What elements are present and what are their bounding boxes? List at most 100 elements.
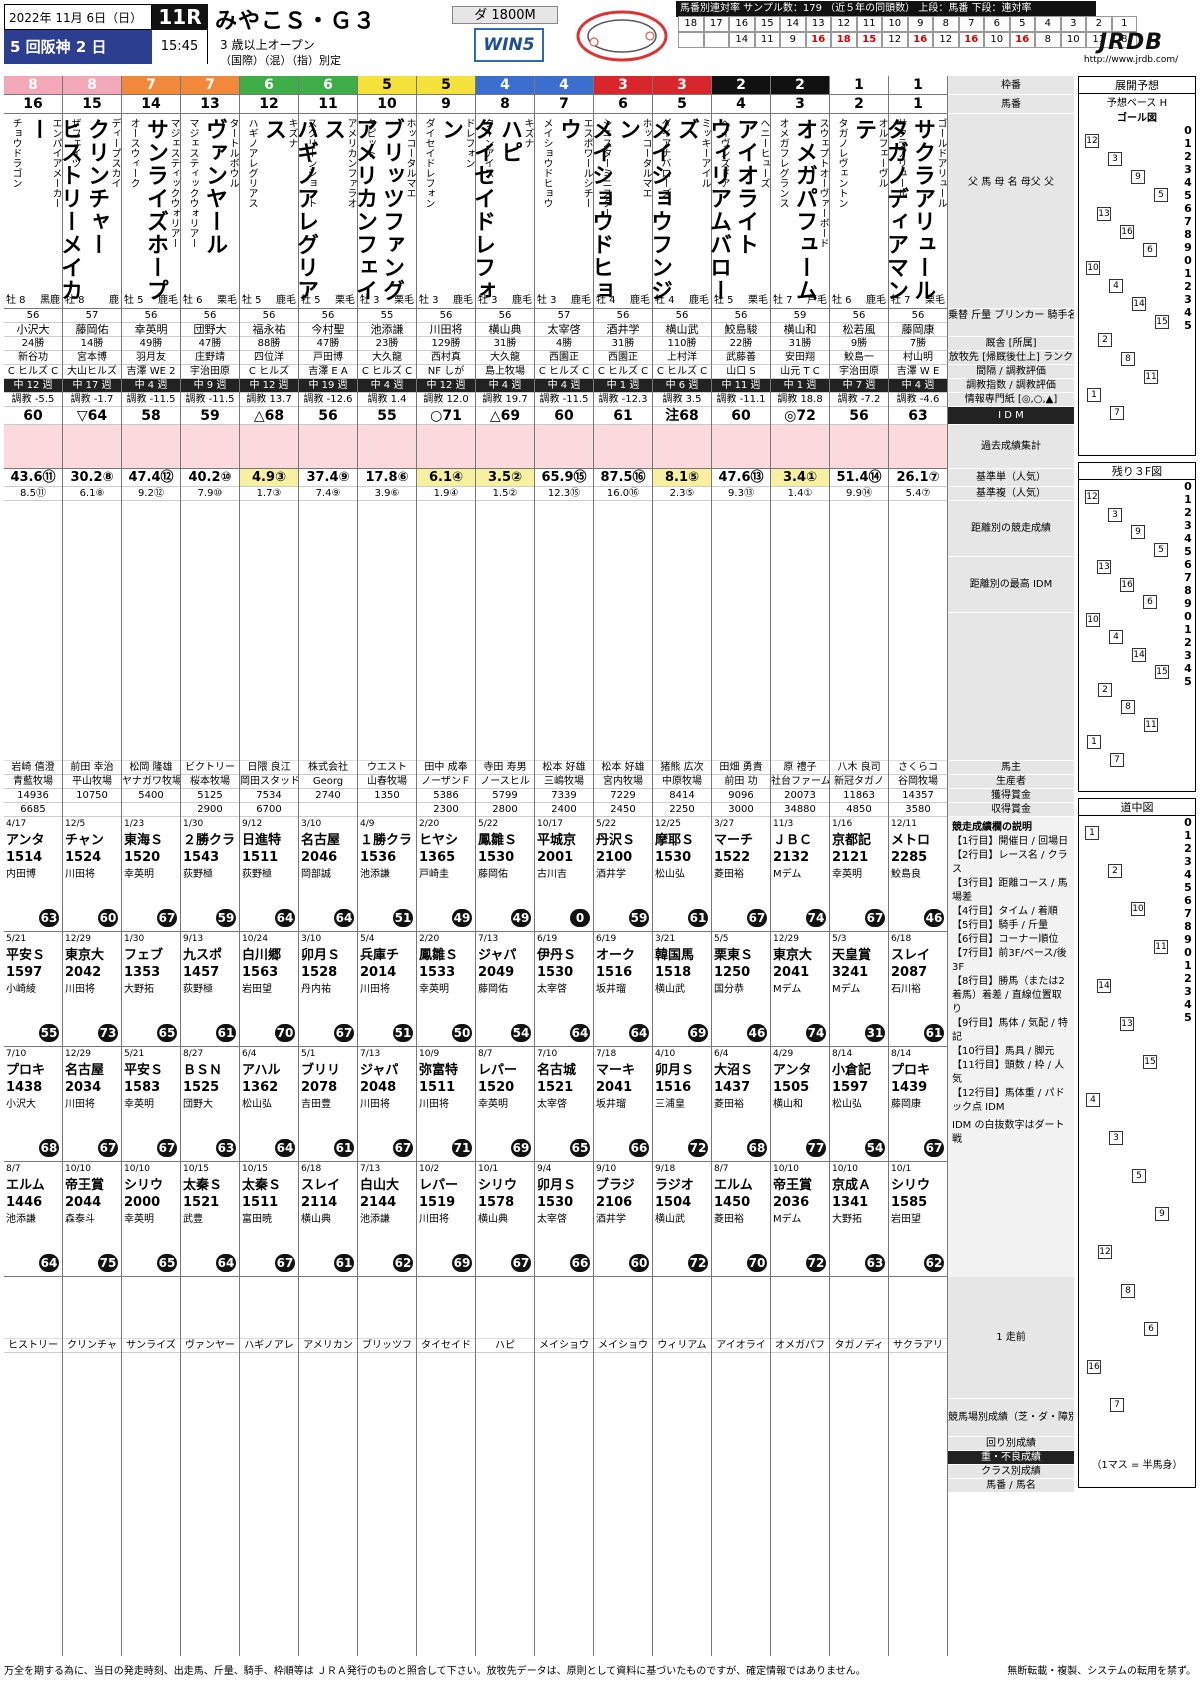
waku-badge: 8 [63,76,121,95]
base-odds-value: 26.1 [896,470,929,485]
idm-value: 60 [535,407,593,425]
stat-rate: 10 [984,32,1010,48]
past-race-1: 9/10 ブラジ 2106 酒井学 60 [594,1162,652,1277]
carried-weight: 56 [476,309,534,323]
past-date: 5/3 [832,934,847,944]
past-time: 1365 [419,850,456,865]
earned-prize [299,803,357,817]
training-index: 調教 -11.5 [181,393,239,407]
rest-farm: C ヒルズ C [358,365,416,379]
training-index: 調教 -11.1 [712,393,770,407]
past-time: 2144 [360,1195,397,1210]
owner-name: さくらコ [889,761,947,775]
base-place-value: 12.3 [547,488,571,499]
past-race-name: 兵庫チ [360,948,400,963]
earned-prize: 34880 [771,803,829,817]
stat-rate: 9 [780,32,806,48]
base-odds-rank: ① [806,470,818,485]
past-date: 10/10 [124,1164,150,1174]
sex-age: 牡 7 [773,295,793,306]
base-place-odds: 5.4⑦ [889,487,947,501]
past-race-4: 5/22 鳳雛Ｓ 1530 藤岡佑 49 [476,817,534,932]
past-race-3: 5/4 兵庫チ 2014 川田将 51 [358,932,416,1047]
past-idm-badge: 67 [275,1254,295,1272]
info-marks [299,425,357,469]
horse-position-marker: 7 [1110,752,1124,767]
race-condition: 3 歳以上オープン [220,38,315,52]
base-place-value: 2.3 [669,488,686,499]
base-place-rank: ⑨ [331,488,341,499]
earned-prize: 2800 [476,803,534,817]
owner-name: ウエスト [358,761,416,775]
diff-digit: 5 [1184,675,1192,688]
past-race-3: 6/19 伊丹Ｓ 1530 太宰啓 64 [535,932,593,1047]
label-jockey: 乗替 斤量 ブリンカー 騎手名 [948,309,1074,337]
training-index: 調教 -5.5 [4,393,62,407]
sex-age: 牡 8 [6,295,26,306]
base-place-odds: 8.5⑪ [4,487,62,501]
jrdb-logo: JRDB http://www.jrdb.com/ [1066,30,1196,65]
horse-position-marker: 11 [1144,717,1158,732]
total-prize: 5125 [181,789,239,803]
total-prize: 5799 [476,789,534,803]
bottom-horse-name: クリンチャ [63,1339,121,1353]
jockey-wins: 31勝 [771,337,829,351]
base-place-rank: ⑮ [570,488,581,499]
past-date: 5/1 [301,1049,316,1059]
past-idm-badge: 61 [924,1024,944,1042]
past-time: 2285 [891,850,928,865]
legend-item: 【10行目】馬具 / 脚元 [952,1046,1055,1057]
label-trainer: 厩舎 [所属] [948,337,1074,351]
past-time: 3241 [832,965,869,980]
jockey-name: 横山武 [653,323,711,337]
label-info: 情報専門紙 [◎,○,▲] [948,393,1074,407]
sex-age: 牡 4 [655,295,675,306]
interval-sign: 中 9 週 [181,379,239,393]
past-race-4: 2/20 ヒヤシ 1365 戸崎圭 49 [417,817,475,932]
stat-number: 8 [933,16,959,32]
last3f-figure: 残り３F図 0 1 2 3 4 5 6 7 8 9 0 1 2 3 4 5 12 3 9 5 13 16 6 10 4 14 15 2… [1078,462,1196,792]
label-umaban: 馬番 [948,95,1074,114]
owner-name: 株式会社 [299,761,357,775]
label-dist-results: 距離別の競走成績 [948,501,1074,557]
past-idm-badge: 67 [334,1024,354,1042]
past-race-name: オーク [596,948,636,963]
past-time: 1530 [537,965,574,980]
past-race-name: ラジオ [655,1178,694,1193]
base-odds-rank: ⑬ [750,470,764,485]
horse-number: 8 [476,95,534,114]
past-date: 8/7 [714,1164,729,1174]
horse-position-marker: 6 [1144,1321,1158,1336]
base-place-odds: 9.3⑬ [712,487,770,501]
bottom-horse-name: アイオライ [712,1339,770,1353]
earned-prize [63,803,121,817]
horse-position-marker: 14 [1132,647,1146,662]
pedigree-box: エスポワールシチー メイショウドヒョウ メイショウドヒョウ牡 3 鹿毛 [535,114,613,309]
horse-position-marker: 12 [1085,134,1099,148]
past-idm-badge: 61 [334,1139,354,1157]
horse-position-marker: 1 [1087,735,1101,749]
legend-item: 【3行目】距離コース / 馬場差 [952,878,1068,903]
waku-badge: 7 [181,76,239,95]
bottom-horse-name: ヒストリー [4,1339,62,1353]
past-idm-badge: 61 [334,1254,354,1272]
rest-farm: 山元 T C [771,365,829,379]
past-time: 2132 [773,850,810,865]
record-summary [889,1277,947,1339]
jockey-name: 藤岡佑 [63,323,121,337]
legend-title: 競走成績欄の説明 [952,822,1032,833]
base-odds-rank: ⑯ [632,470,646,485]
past-race-name: チャン [65,833,104,848]
past-jockey: 酒井学 [596,1214,626,1225]
past-jockey: 松山弘 [242,1099,272,1110]
base-place-odds: 1.9④ [417,487,475,501]
past-date: 4/10 [655,1049,676,1059]
past-jockey: 石川裕 [891,984,921,995]
stat-rate: 14 [729,32,755,48]
breeder-name: Georg [299,775,357,789]
coat-color: 鹿 [109,295,119,306]
trainer-name: 安田翔 [771,351,829,365]
horse-name: サクラアリュール [910,118,935,302]
past-jockey: 菱田裕 [714,1214,744,1225]
diff-digit: 5 [1184,189,1192,202]
